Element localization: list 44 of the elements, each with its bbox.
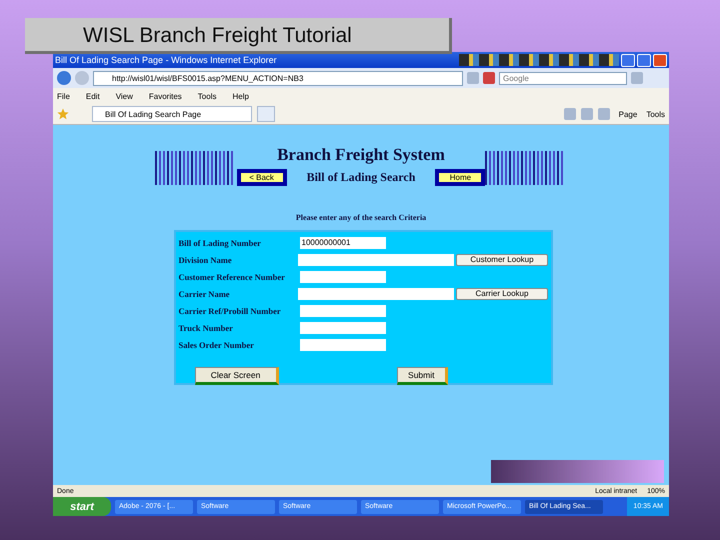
- menu-item[interactable]: Tools: [198, 92, 216, 100]
- input-field[interactable]: [298, 288, 454, 300]
- input-field[interactable]: [298, 254, 454, 266]
- field-label: Sales Order Number: [178, 340, 255, 350]
- field-label: Carrier Ref/Probill Number: [178, 306, 282, 316]
- input-field[interactable]: [300, 322, 386, 334]
- menu-item[interactable]: View: [116, 92, 133, 100]
- star-icon[interactable]: [57, 108, 69, 120]
- page-subheading: Bill of Lading Search: [306, 170, 416, 185]
- field-label: Carrier Name: [178, 288, 231, 298]
- instructions: Please enter any of the search Criteria: [296, 213, 426, 222]
- command-menu[interactable]: Page: [618, 110, 638, 118]
- field-label: Customer Reference Number: [178, 272, 286, 282]
- field-label: Division Name: [178, 254, 233, 264]
- menu-item[interactable]: Edit: [86, 92, 100, 100]
- input-field[interactable]: 10000000001: [300, 236, 386, 248]
- maximize-button[interactable]: [637, 54, 651, 66]
- window-title: Bill Of Lading Search Page - Windows Internet Explorer: [55, 55, 278, 65]
- page-heading: Branch Freight System: [277, 145, 445, 165]
- slide-title: WISL Branch Freight Tutorial: [25, 18, 452, 54]
- menu-item[interactable]: Help: [232, 92, 249, 100]
- home-button[interactable]: Home: [435, 169, 486, 186]
- browser-tab[interactable]: Bill Of Lading Search Page: [92, 106, 252, 122]
- back-button[interactable]: < Back: [236, 169, 287, 186]
- start-button[interactable]: start: [53, 497, 111, 516]
- new-tab-button[interactable]: [257, 106, 275, 122]
- forward-icon[interactable]: [75, 71, 89, 85]
- input-field[interactable]: [300, 338, 386, 350]
- menu-item[interactable]: Favorites: [148, 92, 182, 100]
- minimize-button[interactable]: [621, 54, 635, 66]
- lookup-button[interactable]: Customer Lookup: [456, 254, 548, 266]
- lookup-button[interactable]: Carrier Lookup: [456, 288, 548, 300]
- field-label: Truck Number: [178, 322, 234, 332]
- command-menu[interactable]: Tools: [646, 110, 665, 118]
- submit-button[interactable]: Submit: [397, 367, 448, 385]
- clear-button[interactable]: Clear Screen: [194, 367, 278, 385]
- field-label: Bill of Lading Number: [178, 238, 262, 248]
- address-field[interactable]: http://wisl01/wisl/BFS0015.asp?MENU_ACTION=NB3: [93, 70, 463, 86]
- back-icon[interactable]: [57, 71, 71, 85]
- search-field[interactable]: Google: [499, 72, 627, 84]
- close-button[interactable]: [653, 54, 667, 66]
- input-field[interactable]: [300, 270, 386, 282]
- input-field[interactable]: [300, 304, 386, 316]
- menu-item[interactable]: File: [57, 92, 70, 100]
